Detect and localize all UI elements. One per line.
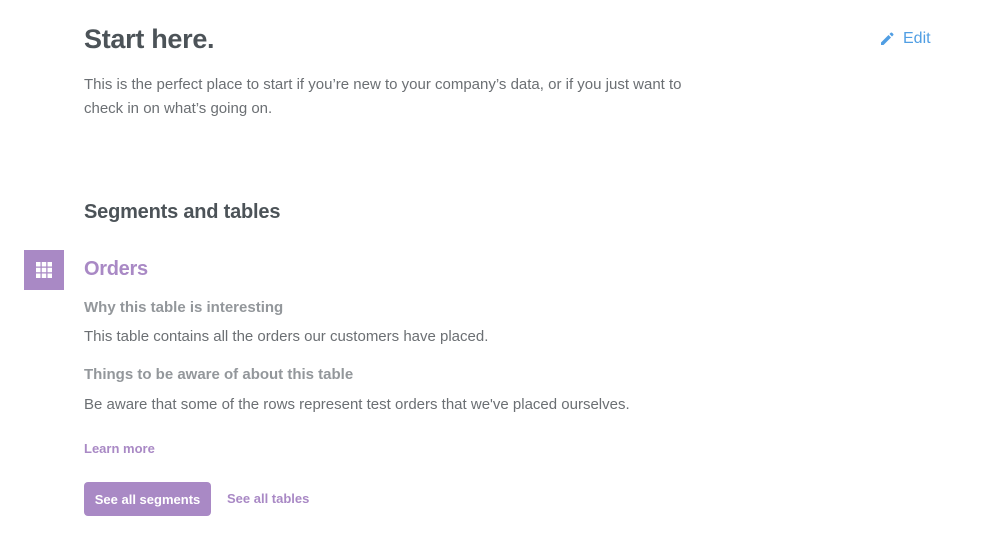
edit-label: Edit [903,30,931,47]
caveats-text: Be aware that some of the rows represent… [84,396,630,413]
page-title: Start here. [84,24,215,54]
edit-button[interactable]: Edit [879,30,931,48]
learn-more-link[interactable]: Learn more [84,441,155,456]
grid-table-icon [24,250,64,290]
section-title: Segments and tables [84,201,281,223]
table-name-link[interactable]: Orders [84,258,148,281]
guide-page: Start here. Edit This is the perfect pla… [0,0,998,557]
why-text: This table contains all the orders our c… [84,328,489,345]
see-all-segments-button[interactable]: See all segments [84,482,211,516]
see-all-tables-link[interactable]: See all tables [227,491,309,506]
intro-text: This is the perfect place to start if yo… [84,76,682,117]
why-heading: Why this table is interesting [84,299,284,316]
pencil-icon [879,31,895,47]
caveats-heading: Things to be aware of about this table [84,366,354,383]
